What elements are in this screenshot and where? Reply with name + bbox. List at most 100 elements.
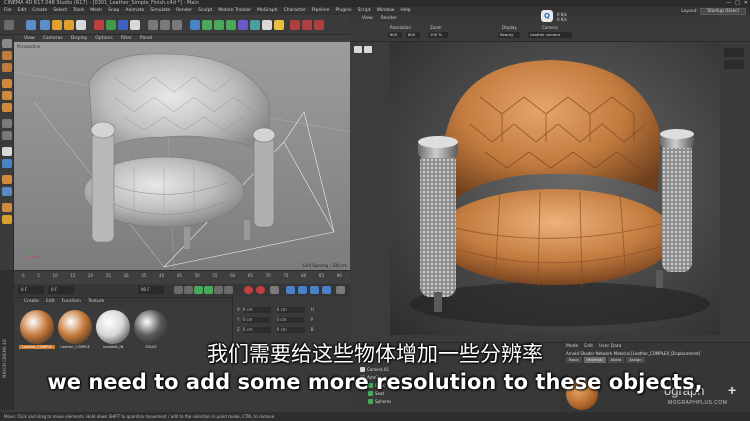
ipr-start-icon[interactable] (354, 46, 362, 53)
menu-motion-tracker[interactable]: Motion Tracker (218, 7, 251, 15)
material-menu-create[interactable]: Create (24, 298, 39, 305)
key-rotation-icon[interactable] (310, 286, 319, 294)
deformer-icon[interactable] (238, 20, 248, 30)
menu-mesh[interactable]: Mesh (90, 7, 102, 15)
menu-window[interactable]: Window (377, 7, 395, 15)
menu-sculpt[interactable]: Sculpt (198, 7, 212, 15)
layout-dropdown[interactable]: Startup (User) (700, 8, 746, 15)
key-parameter-icon[interactable] (322, 286, 331, 294)
menu-snap[interactable]: Snap (108, 7, 119, 15)
zoom-field[interactable]: 100 % (428, 32, 448, 38)
render-settings-icon[interactable] (172, 20, 182, 30)
pen-icon[interactable] (202, 20, 212, 30)
subdivision-icon[interactable] (214, 20, 224, 30)
model-mode-icon[interactable] (2, 39, 12, 48)
scale-icon[interactable] (52, 20, 62, 30)
perspective-viewport[interactable]: Perspective Grid Spacing: 100 cm (14, 42, 350, 270)
close-button[interactable]: ✕ (744, 0, 748, 7)
array-icon[interactable] (226, 20, 236, 30)
menu-script[interactable]: Script (358, 7, 371, 15)
cube-icon[interactable] (190, 20, 200, 30)
display-dropdown[interactable]: Beauty (498, 32, 520, 38)
go-to-start-icon[interactable] (174, 286, 183, 294)
viewport-menu-panel[interactable]: Panel (140, 35, 152, 42)
arnold-sky-icon[interactable] (314, 20, 324, 30)
menu-help[interactable]: Help (400, 7, 410, 15)
menu-simulate[interactable]: Simulate (150, 7, 170, 15)
tweak-mode-icon[interactable] (2, 131, 12, 140)
resolution-width-field[interactable]: 600 (388, 32, 402, 38)
coordinate-system-icon[interactable] (130, 20, 140, 30)
timeline-menu-icon[interactable] (336, 286, 345, 294)
material-menu-function[interactable]: Function (62, 298, 81, 305)
select-icon[interactable] (26, 20, 36, 30)
coordinate-size-field[interactable]: 0 cm (276, 327, 305, 333)
previous-key-icon[interactable] (184, 286, 193, 294)
snap-icon[interactable] (2, 147, 12, 156)
solo-icon[interactable] (2, 215, 12, 224)
current-frame-field[interactable]: 0 F (48, 286, 74, 294)
layout-selector[interactable]: Layout: Startup (User) (681, 8, 746, 15)
render-menu-render[interactable]: Render (381, 15, 397, 22)
resolution-height-field[interactable]: 800 (406, 32, 420, 38)
maximize-button[interactable]: □ (735, 0, 740, 7)
minimize-button[interactable]: — (726, 0, 731, 7)
arnold-light-icon[interactable] (302, 20, 312, 30)
render-picture-viewer-icon[interactable] (160, 20, 170, 30)
coordinate-size-field[interactable]: 0 cm (276, 317, 305, 323)
menu-create[interactable]: Create (32, 7, 47, 15)
move-icon[interactable] (40, 20, 50, 30)
undo-icon[interactable] (4, 20, 14, 30)
menu-character[interactable]: Character (284, 7, 306, 15)
menu-pipeline[interactable]: Pipeline (312, 7, 330, 15)
planar-workplane-icon[interactable] (2, 203, 12, 212)
viewport-menu-display[interactable]: Display (71, 35, 88, 42)
coordinate-size-field[interactable]: 0 cm (276, 307, 305, 313)
axis-mode-icon[interactable] (2, 119, 12, 128)
coordinate-position-field[interactable]: 0 cm (242, 327, 271, 333)
menu-edit[interactable]: Edit (18, 7, 27, 15)
brush-icon[interactable] (2, 175, 12, 184)
edges-mode-icon[interactable] (2, 91, 12, 100)
render-menu-view[interactable]: View (362, 15, 373, 22)
play-backward-icon[interactable] (194, 286, 203, 294)
autokey-icon[interactable] (256, 286, 265, 294)
play-forward-icon[interactable] (204, 286, 213, 294)
record-icon[interactable] (244, 286, 253, 294)
next-key-icon[interactable] (214, 286, 223, 294)
viewport-menu-filter[interactable]: Filter (121, 35, 132, 42)
material-menu-texture[interactable]: Texture (88, 298, 104, 305)
arnold-icon[interactable] (290, 20, 300, 30)
lock-workplane-icon[interactable] (2, 159, 12, 168)
ipr-stop-icon[interactable] (364, 46, 372, 53)
start-frame-field[interactable]: 0 F (18, 286, 44, 294)
object-row[interactable]: Spheres (368, 399, 391, 404)
environment-icon[interactable] (250, 20, 260, 30)
viewport-menu-options[interactable]: Options (95, 35, 112, 42)
points-mode-icon[interactable] (2, 79, 12, 88)
live-selection-icon[interactable] (76, 20, 86, 30)
render-view-image[interactable] (390, 42, 720, 335)
menu-mograph[interactable]: MoGraph (257, 7, 277, 15)
menu-plugins[interactable]: Plugins (335, 7, 351, 15)
camera-dropdown[interactable]: Leather camera (528, 32, 572, 38)
key-position-icon[interactable] (286, 286, 295, 294)
coordinate-position-field[interactable]: 0 cm (242, 317, 271, 323)
history-slot[interactable] (724, 48, 744, 57)
go-to-end-icon[interactable] (224, 286, 233, 294)
light-icon[interactable] (274, 20, 284, 30)
rotate-icon[interactable] (64, 20, 74, 30)
timeline-ruler[interactable]: 0 5 10 15 20 25 30 35 40 45 50 55 60 65 70 75 80 85 90 (14, 270, 350, 284)
z-axis-icon[interactable] (118, 20, 128, 30)
menu-tools[interactable]: Tools (73, 7, 84, 15)
polygons-mode-icon[interactable] (2, 103, 12, 112)
x-axis-icon[interactable] (94, 20, 104, 30)
menu-file[interactable]: File (4, 7, 12, 15)
key-scale-icon[interactable] (298, 286, 307, 294)
viewport-menu-view[interactable]: View (24, 35, 35, 42)
render-view-icon[interactable] (148, 20, 158, 30)
material-menu-edit[interactable]: Edit (46, 298, 55, 305)
magnet-icon[interactable] (2, 187, 12, 196)
workplane-icon[interactable] (2, 63, 12, 72)
history-slot[interactable] (724, 60, 744, 69)
